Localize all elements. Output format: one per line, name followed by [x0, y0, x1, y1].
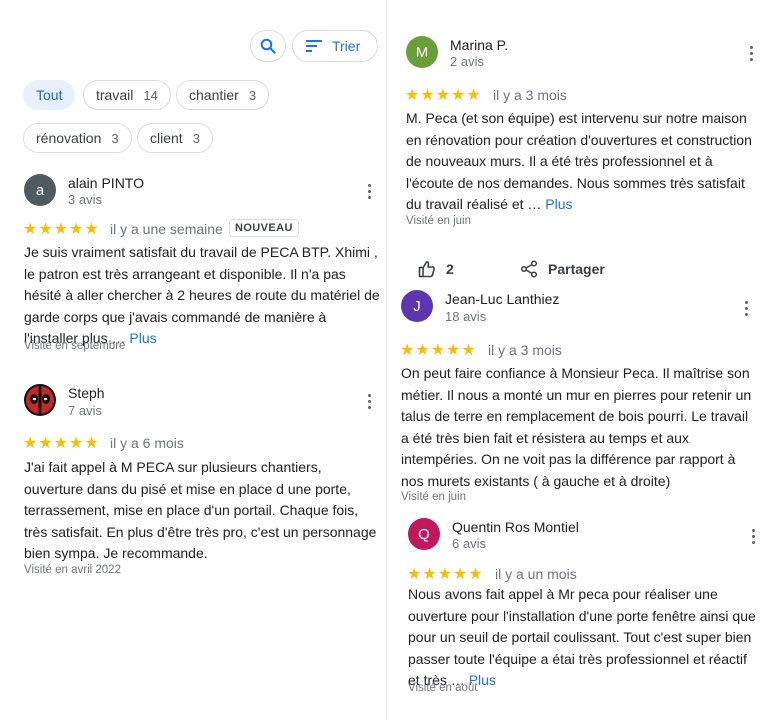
review-text: On peut faire confiance à Monsieur Peca.… [401, 365, 752, 489]
filter-chip-client[interactable]: client 3 [137, 123, 213, 153]
review-text: Nous avons fait appel à Mr peca pour réa… [408, 586, 756, 688]
chip-count: 14 [143, 87, 158, 103]
column-divider [386, 0, 387, 720]
filter-chip-travail[interactable]: travail 14 [83, 80, 171, 110]
review-date: il y a 6 mois [110, 435, 184, 451]
star-rating: ★★★★★ [405, 87, 482, 104]
more-options-icon[interactable] [745, 526, 761, 546]
share-button[interactable]: Partager [520, 260, 605, 278]
search-button[interactable] [250, 30, 286, 62]
search-icon [260, 38, 276, 54]
reviewer-name[interactable]: Jean-Luc Lanthiez [445, 291, 559, 307]
avatar[interactable]: Q [408, 518, 440, 550]
reviewer-review-count: 7 avis [68, 403, 102, 418]
visit-date: Visité en juin [406, 215, 471, 227]
reviewer-name[interactable]: alain PINTO [68, 175, 144, 191]
more-options-icon[interactable] [361, 391, 377, 411]
share-icon [520, 260, 538, 278]
deadpool-mask-icon [26, 386, 54, 414]
visit-date: Visité en avril 2022 [24, 564, 121, 576]
chip-count: 3 [111, 130, 119, 146]
chip-label: rénovation [36, 130, 102, 146]
visit-date: Visité en septembre [24, 340, 126, 352]
more-options-icon[interactable] [361, 181, 377, 201]
more-options-icon[interactable] [738, 298, 754, 318]
like-button[interactable]: 2 [418, 260, 454, 278]
review-text: J'ai fait appel à M PECA sur plusieurs c… [24, 459, 377, 561]
new-badge: NOUVEAU [229, 219, 299, 237]
avatar[interactable]: M [406, 36, 438, 68]
reviewer-review-count: 18 avis [445, 309, 487, 324]
reviewer-review-count: 6 avis [452, 536, 486, 551]
review-text: M. Peca (et son équipe) est intervenu su… [406, 110, 752, 212]
more-link[interactable]: Plus [129, 330, 156, 346]
chip-label: client [150, 130, 183, 146]
review-date: il y a un mois [495, 566, 577, 582]
avatar[interactable] [24, 384, 56, 416]
chip-count: 3 [192, 130, 200, 146]
review-date: il y a 3 mois [493, 87, 567, 103]
reviewer-name[interactable]: Quentin Ros Montiel [452, 519, 579, 535]
avatar[interactable]: a [24, 174, 56, 206]
chip-label: travail [96, 87, 134, 103]
reviewer-name[interactable]: Marina P. [450, 37, 508, 53]
star-rating: ★★★★★ [23, 435, 100, 452]
review-date: il y a une semaine [110, 221, 223, 237]
review-date: il y a 3 mois [488, 342, 562, 358]
visit-date: Visité en août [408, 682, 478, 694]
chip-count: 3 [248, 87, 257, 103]
review-text: Je suis vraiment satisfait du travail de… [24, 244, 380, 346]
star-rating: ★★★★★ [400, 342, 477, 359]
reviewer-name[interactable]: Steph [68, 385, 105, 401]
avatar[interactable]: J [401, 290, 433, 322]
sort-label: Trier [332, 38, 361, 54]
filter-chip-tout[interactable]: Tout [23, 80, 76, 110]
reviewer-review-count: 2 avis [450, 54, 484, 69]
star-rating: ★★★★★ [407, 566, 484, 583]
more-options-icon[interactable] [743, 43, 759, 63]
share-label: Partager [548, 261, 605, 277]
thumbs-up-icon [418, 261, 435, 278]
filter-chip-chantier[interactable]: chantier 3 [176, 80, 270, 110]
sort-icon [306, 40, 322, 52]
reviewer-review-count: 3 avis [68, 192, 102, 207]
filter-chip-renovation[interactable]: rénovation 3 [23, 123, 132, 153]
chip-label: Tout [36, 87, 63, 103]
more-link[interactable]: Plus [545, 196, 572, 212]
visit-date: Visité en juin [401, 491, 466, 503]
like-count: 2 [446, 261, 454, 277]
chip-label: chantier [189, 87, 239, 103]
sort-button[interactable]: Trier [292, 30, 378, 62]
star-rating: ★★★★★ [23, 221, 100, 238]
